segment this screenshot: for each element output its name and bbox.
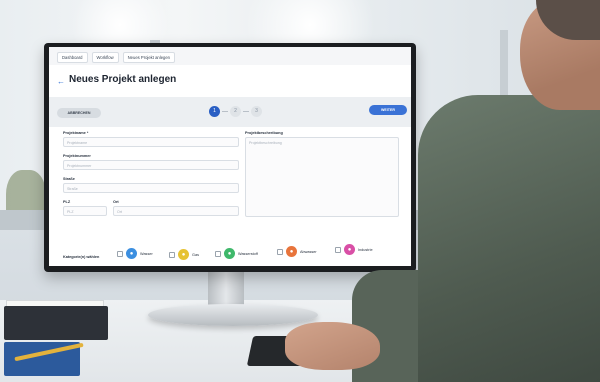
office-scene: Dashboard Workflow Neues Projekt anlegen…: [0, 0, 600, 382]
category-label-industrie: Industrie: [358, 247, 373, 252]
person-hand: [285, 322, 380, 370]
category-label-abwasser: Abwasser: [300, 249, 317, 254]
category-row: Kategorie(n) wählen ● Wasser ● Gas ● Was…: [49, 244, 411, 266]
monitor-base: [148, 304, 318, 326]
breadcrumb-dashboard[interactable]: Dashboard: [57, 52, 88, 63]
molecule-icon: ●: [224, 248, 235, 259]
strasse-input[interactable]: Straße: [63, 183, 239, 193]
checkbox[interactable]: [335, 246, 341, 253]
plz-input[interactable]: PLZ: [63, 206, 107, 216]
checkbox[interactable]: [277, 248, 283, 255]
checkbox[interactable]: [169, 251, 175, 258]
plz-label: PLZ: [63, 200, 71, 204]
category-abwasser[interactable]: ● Abwasser: [277, 245, 317, 258]
category-label-wasserstoff: Wasserstoff: [238, 251, 258, 256]
cancel-button[interactable]: ABBRECHEN: [57, 108, 101, 118]
factory-icon: ●: [344, 244, 355, 255]
category-label-gas: Gas: [192, 252, 199, 257]
monitor: Dashboard Workflow Neues Projekt anlegen…: [44, 43, 416, 272]
projektnummer-input[interactable]: Projektnummer: [63, 160, 239, 170]
category-label: Kategorie(n) wählen: [63, 255, 100, 259]
category-wasserstoff[interactable]: ● Wasserstoff: [215, 247, 258, 260]
screen: Dashboard Workflow Neues Projekt anlegen…: [49, 47, 411, 266]
notebook: [4, 306, 108, 340]
category-industrie[interactable]: ● Industrie: [335, 243, 373, 256]
checkbox[interactable]: [215, 250, 221, 257]
strasse-label: Straße: [63, 177, 75, 181]
ort-label: Ort: [113, 200, 119, 204]
breadcrumb: Dashboard Workflow Neues Projekt anlegen: [57, 52, 176, 63]
projektname-label: Projektname *: [63, 131, 89, 135]
step-2[interactable]: 2: [230, 106, 241, 117]
page-title: Neues Projekt anlegen: [69, 74, 177, 85]
ort-input[interactable]: Ort: [113, 206, 239, 216]
step-1[interactable]: 1: [209, 106, 220, 117]
stepper-bar: ABBRECHEN 1 2 3 WEITER: [49, 97, 411, 127]
step-divider: [243, 111, 249, 112]
beschreibung-label: Projektbeschreibung: [245, 131, 283, 135]
breadcrumb-current: Neues Projekt anlegen: [122, 52, 176, 63]
projektname-input[interactable]: Projektname: [63, 137, 239, 147]
category-wasser[interactable]: ● Wasser: [117, 247, 153, 260]
person-back: [418, 95, 600, 382]
flame-icon: ●: [178, 249, 189, 260]
page-header: ← Neues Projekt anlegen: [49, 65, 411, 98]
beschreibung-textarea[interactable]: Projektbeschreibung: [245, 137, 399, 217]
checkbox[interactable]: [117, 250, 123, 257]
category-gas[interactable]: ● Gas: [169, 248, 199, 261]
category-label-wasser: Wasser: [140, 251, 153, 256]
arrow-left-icon[interactable]: ←: [57, 77, 65, 86]
water-drop-icon: ●: [126, 248, 137, 259]
projektnummer-label: Projektnummer: [63, 154, 91, 158]
step-3[interactable]: 3: [251, 106, 262, 117]
step-divider: [222, 111, 228, 112]
drain-icon: ●: [286, 246, 297, 257]
next-button[interactable]: WEITER: [369, 105, 407, 115]
breadcrumb-workflow[interactable]: Workflow: [91, 52, 119, 63]
